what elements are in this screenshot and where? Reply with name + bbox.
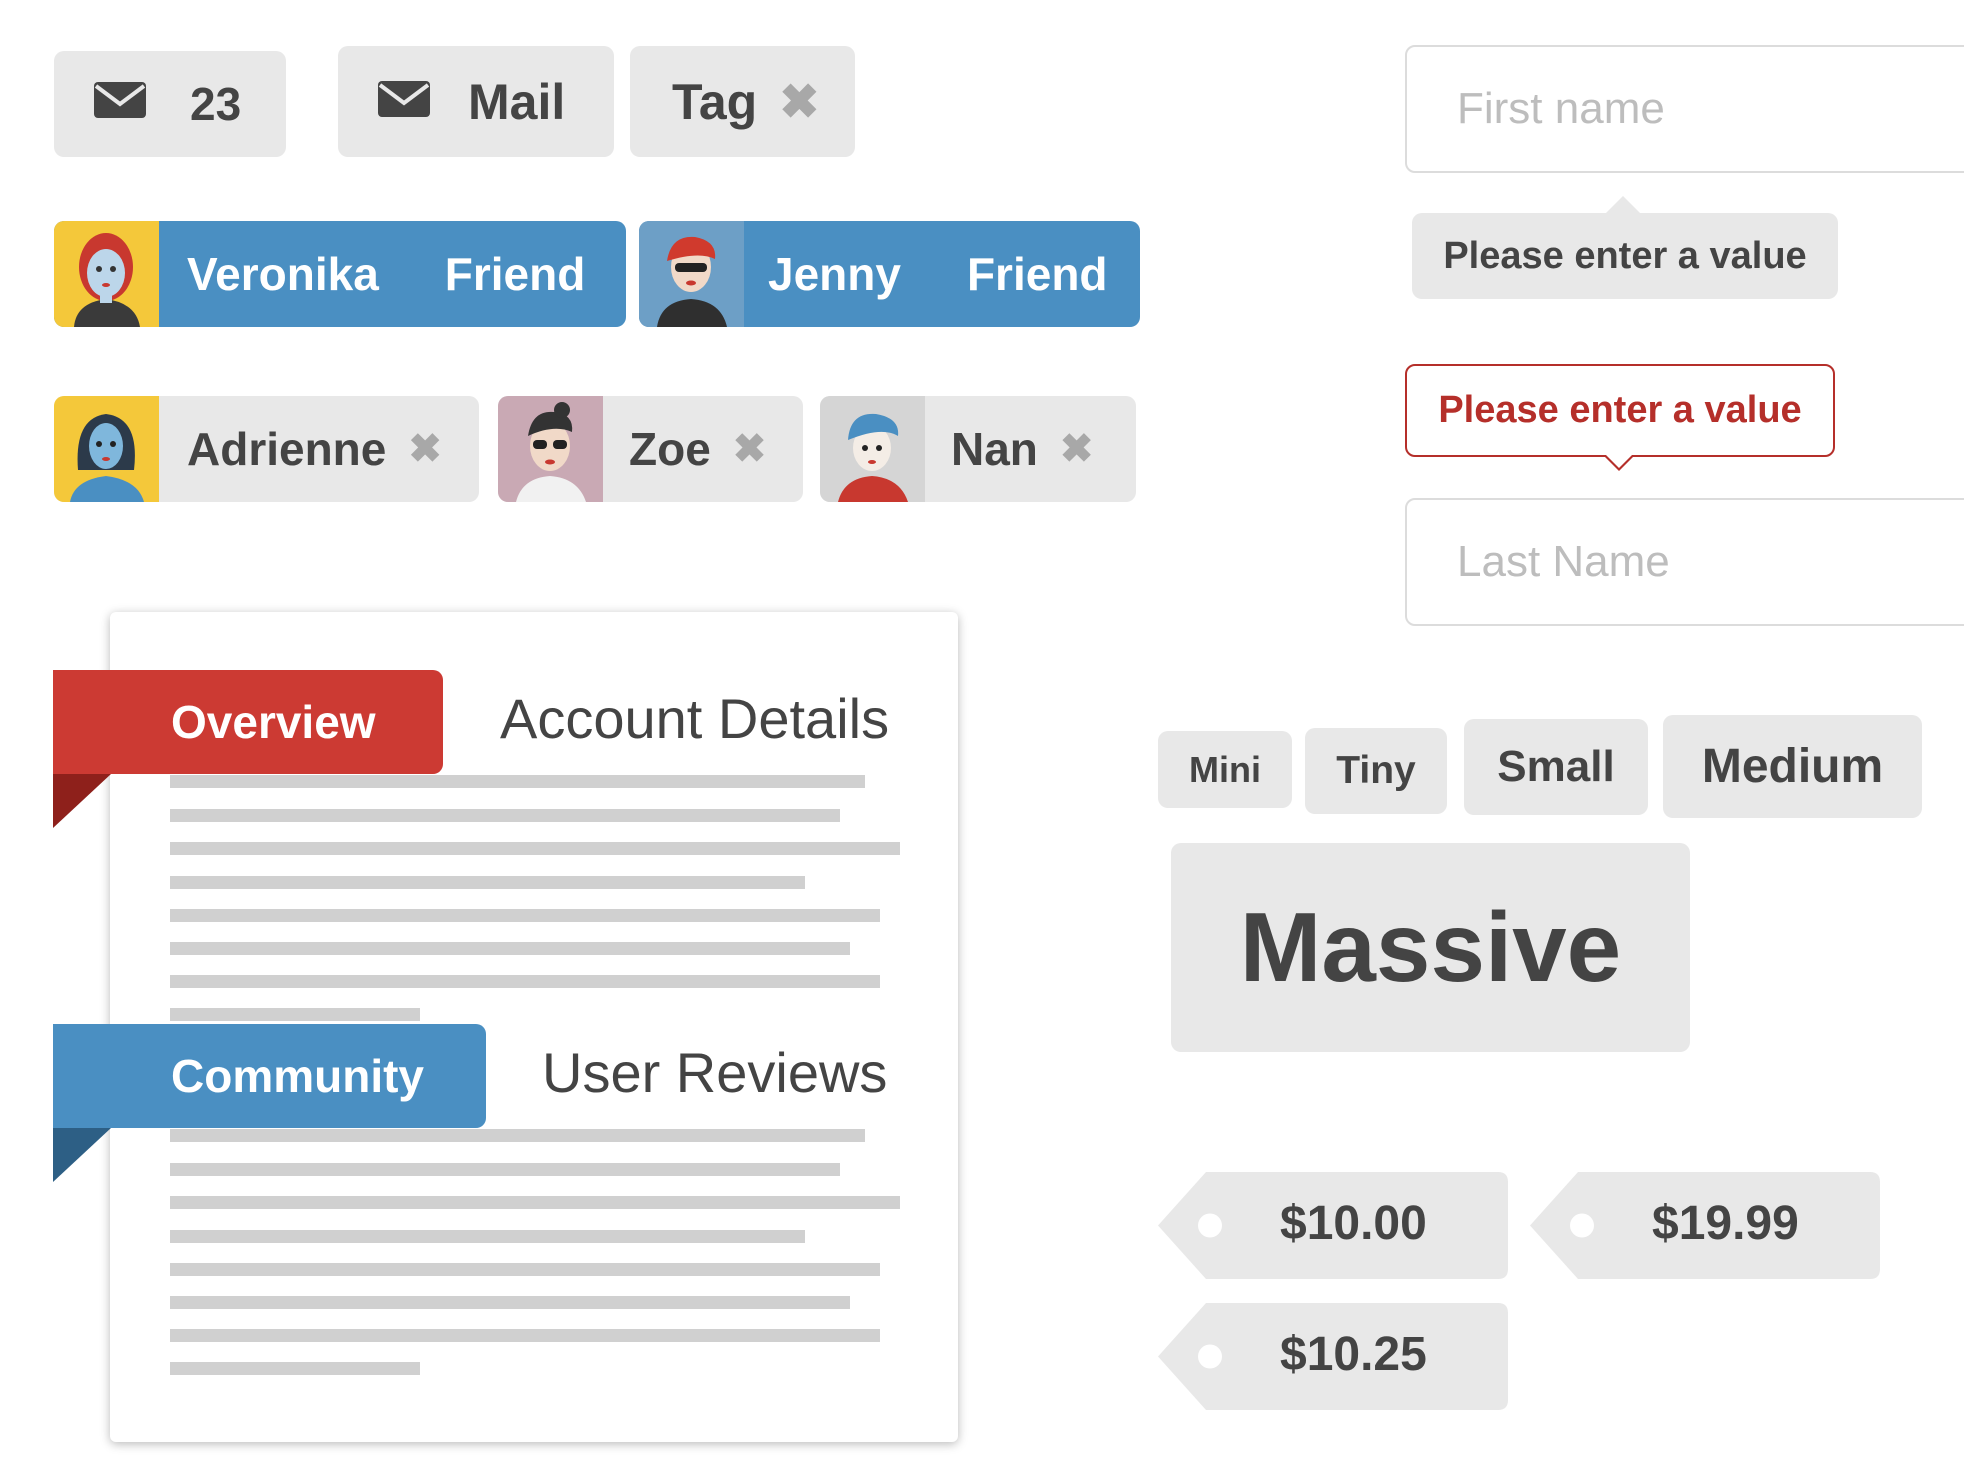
text-line (170, 1296, 850, 1309)
size-label-text: Tiny (1336, 749, 1416, 792)
size-label-mini[interactable]: Mini (1158, 731, 1292, 808)
text-line (170, 1263, 880, 1276)
friend-name: Veronika (187, 248, 379, 300)
text-line (170, 1129, 865, 1142)
size-label-text: Massive (1239, 892, 1622, 1002)
friend-detail: Friend (966, 248, 1108, 300)
person-label-adrienne[interactable]: Adrienne ✖ (54, 396, 479, 502)
person-label-nan[interactable]: Nan ✖ (820, 396, 1136, 502)
ribbon-fold (53, 1128, 111, 1182)
ribbon-fold (53, 774, 111, 828)
size-label-small[interactable]: Small (1464, 719, 1648, 815)
price-tag[interactable]: $19.99 (1530, 1172, 1880, 1279)
delete-icon[interactable]: ✖ (733, 426, 767, 472)
price-tag[interactable]: $10.25 (1158, 1303, 1508, 1410)
mail-count: 23 (190, 78, 242, 130)
text-line (170, 1163, 840, 1176)
size-label-massive[interactable]: Massive (1171, 843, 1690, 1052)
size-label-text: Small (1497, 742, 1615, 791)
mail-label-text: Mail (468, 73, 566, 130)
delete-icon[interactable]: ✖ (408, 426, 442, 472)
text-line (170, 842, 900, 855)
first-name-input[interactable]: First name (1405, 45, 1964, 173)
size-label-medium[interactable]: Medium (1663, 715, 1922, 818)
size-label-text: Medium (1701, 740, 1884, 793)
pointing-label-text: Please enter a value (1443, 234, 1807, 277)
pointing-label-below: Please enter a value (1412, 213, 1838, 299)
person-name: Zoe (629, 423, 711, 475)
avatar (639, 221, 744, 327)
person-name: Nan (951, 423, 1038, 475)
avatar (498, 396, 603, 502)
pointer-arrow-down-fill (1606, 455, 1632, 468)
section-title-account-details: Account Details (500, 687, 890, 750)
avatar (820, 396, 925, 502)
ribbon-label: Community (171, 1050, 424, 1102)
text-line (170, 942, 850, 955)
text-line (170, 1008, 420, 1021)
section-title-user-reviews: User Reviews (542, 1041, 888, 1104)
friend-name: Jenny (768, 248, 901, 300)
mail-icon (378, 73, 430, 131)
friend-label-jenny[interactable]: Jenny Friend (639, 221, 1140, 327)
delete-icon[interactable]: ✖ (1060, 426, 1094, 472)
mail-count-label[interactable]: 23 (54, 51, 286, 157)
last-name-placeholder: Last Name (1457, 537, 1670, 586)
last-name-input[interactable]: Last Name (1405, 498, 1964, 626)
mail-label[interactable]: Mail (338, 46, 614, 157)
error-label-text: Please enter a value (1438, 389, 1802, 431)
text-line (170, 1329, 880, 1342)
text-line (170, 775, 865, 788)
text-line (170, 1362, 420, 1375)
mail-icon (94, 77, 146, 131)
pointer-arrow-up (1606, 196, 1640, 213)
size-label-text: Mini (1189, 748, 1261, 790)
person-name: Adrienne (187, 423, 387, 475)
ribbon-overview[interactable]: Overview (53, 670, 443, 774)
text-line (170, 1196, 900, 1209)
friend-label-veronika[interactable]: Veronika Friend (54, 221, 626, 327)
text-line (170, 876, 805, 889)
ribbon-label: Overview (171, 696, 376, 748)
text-line (170, 809, 840, 822)
text-line (170, 975, 880, 988)
person-label-zoe[interactable]: Zoe ✖ (498, 396, 803, 502)
size-label-tiny[interactable]: Tiny (1305, 728, 1447, 814)
text-line (170, 909, 880, 922)
text-line (170, 1230, 805, 1243)
tag-label-text: Tag (672, 73, 758, 130)
ribbon-community[interactable]: Community (53, 1024, 486, 1128)
price-text: $10.00 (1280, 1197, 1427, 1250)
first-name-placeholder: First name (1457, 84, 1665, 133)
price-tag[interactable]: $10.00 (1158, 1172, 1508, 1279)
friend-detail: Friend (444, 248, 586, 300)
price-text: $19.99 (1652, 1197, 1799, 1250)
delete-icon[interactable]: ✖ (779, 74, 819, 130)
tag-label[interactable]: Tag ✖ (630, 46, 855, 157)
avatar (54, 221, 159, 327)
avatar (54, 396, 159, 502)
price-text: $10.25 (1280, 1328, 1427, 1381)
error-pointing-label: Please enter a value (1405, 364, 1835, 457)
